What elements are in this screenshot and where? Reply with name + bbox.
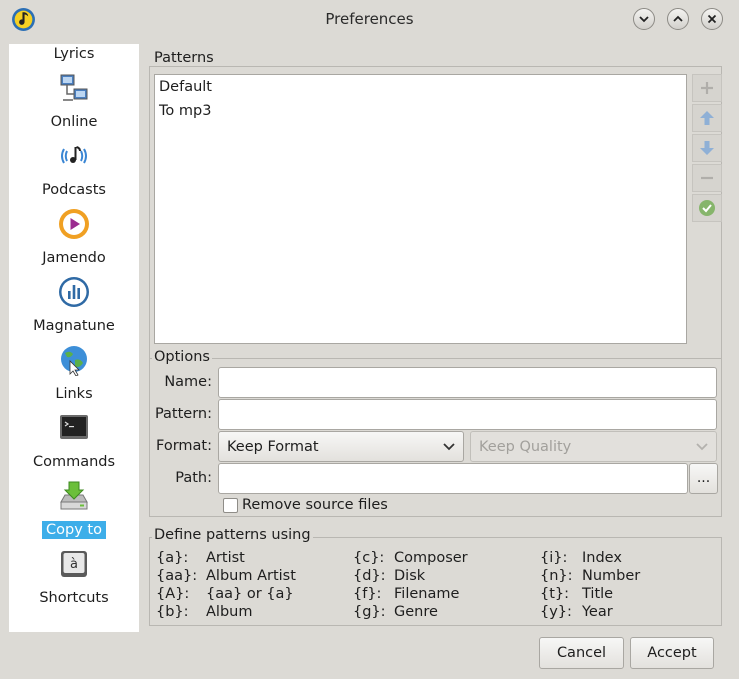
close-icon	[707, 14, 717, 24]
pattern-desc: Genre	[394, 604, 438, 620]
pattern-code: {c}:	[353, 550, 385, 566]
pattern-input[interactable]	[218, 399, 717, 430]
sidebar-item-podcasts[interactable]: Podcasts	[9, 182, 139, 198]
jamendo-icon	[59, 209, 89, 239]
podcast-icon	[61, 146, 87, 164]
chevron-down-icon	[639, 16, 649, 23]
pattern-code: {g}:	[353, 604, 386, 620]
pattern-code: {t}:	[540, 586, 570, 602]
checkmark-icon	[699, 200, 715, 216]
accept-button[interactable]: Accept	[630, 637, 714, 669]
path-label: Path:	[175, 470, 212, 486]
format-select-value: Keep Format	[227, 439, 319, 455]
list-item[interactable]: Default	[155, 75, 686, 99]
sidebar-item-copy-to[interactable]: Copy to	[9, 521, 139, 539]
title-bar: Preferences	[0, 0, 739, 38]
pattern-desc: Album Artist	[206, 568, 296, 584]
quality-select: Keep Quality	[470, 431, 717, 462]
name-label: Name:	[164, 374, 212, 390]
copy-to-icon	[60, 481, 88, 510]
chevron-down-icon	[696, 443, 708, 451]
sidebar-item-lyrics[interactable]: Lyrics	[9, 46, 139, 62]
path-input[interactable]	[218, 463, 688, 494]
move-down-button[interactable]	[692, 134, 722, 162]
remove-pattern-button[interactable]	[692, 164, 722, 192]
pattern-code: {y}:	[540, 604, 572, 620]
svg-text:à: à	[70, 557, 78, 572]
sidebar-item-shortcuts[interactable]: Shortcuts	[9, 590, 139, 606]
remove-source-checkbox[interactable]	[223, 498, 238, 513]
sidebar-item-magnatune[interactable]: Magnatune	[9, 318, 139, 334]
pattern-desc: Number	[582, 568, 641, 584]
list-item[interactable]: To mp3	[155, 99, 686, 123]
close-button[interactable]	[701, 8, 723, 30]
add-pattern-button[interactable]	[692, 74, 722, 102]
magnatune-icon	[59, 277, 89, 307]
pattern-code: {A}:	[156, 586, 190, 602]
sidebar-item-jamendo[interactable]: Jamendo	[9, 250, 139, 266]
maximize-button[interactable]	[667, 8, 689, 30]
pattern-code: {i}:	[540, 550, 568, 566]
window-title: Preferences	[325, 10, 414, 28]
patterns-list[interactable]: Default To mp3	[154, 74, 687, 344]
pattern-label: Pattern:	[154, 406, 212, 422]
pattern-desc: Artist	[206, 550, 245, 566]
pattern-code: {a}:	[156, 550, 189, 566]
arrow-down-icon	[700, 141, 714, 155]
pattern-desc: Filename	[394, 586, 460, 602]
pattern-desc: Composer	[394, 550, 468, 566]
pattern-code: {aa}:	[156, 568, 198, 584]
pattern-code: {f}:	[353, 586, 382, 602]
pattern-desc: Disk	[394, 568, 426, 584]
pattern-desc: Title	[582, 586, 614, 602]
define-patterns-label: Define patterns using	[152, 527, 313, 543]
plus-icon	[701, 82, 713, 94]
browse-button[interactable]: ...	[689, 463, 718, 494]
cancel-button[interactable]: Cancel	[539, 637, 624, 669]
sidebar: Lyrics Online Podcasts Jamendo Magnatune…	[9, 44, 139, 632]
format-select[interactable]: Keep Format	[218, 431, 464, 462]
chevron-down-icon	[443, 443, 455, 451]
remove-source-label[interactable]: Remove source files	[242, 497, 388, 513]
format-label: Format:	[156, 438, 212, 454]
apply-pattern-button[interactable]	[692, 194, 722, 222]
quality-select-value: Keep Quality	[479, 439, 572, 455]
globe-link-icon	[61, 346, 87, 376]
minus-icon	[701, 176, 713, 180]
pattern-desc: Year	[582, 604, 613, 620]
network-computers-icon	[60, 74, 88, 101]
pattern-code: {b}:	[156, 604, 189, 620]
keyboard-key-icon: à	[61, 551, 87, 577]
pattern-desc: Album	[206, 604, 253, 620]
pattern-desc: {aa} or {a}	[206, 586, 294, 602]
chevron-up-icon	[673, 15, 683, 22]
minimize-button[interactable]	[633, 8, 655, 30]
sidebar-item-online[interactable]: Online	[9, 114, 139, 130]
name-input[interactable]	[218, 367, 717, 398]
terminal-icon	[60, 415, 88, 439]
sidebar-item-links[interactable]: Links	[9, 386, 139, 402]
pattern-code: {d}:	[353, 568, 386, 584]
sidebar-item-commands[interactable]: Commands	[9, 454, 139, 470]
options-group-label: Options	[152, 349, 212, 365]
arrow-up-icon	[700, 111, 714, 125]
pattern-code: {n}:	[540, 568, 573, 584]
pattern-desc: Index	[582, 550, 622, 566]
move-up-button[interactable]	[692, 104, 722, 132]
patterns-group-label: Patterns	[152, 50, 216, 66]
